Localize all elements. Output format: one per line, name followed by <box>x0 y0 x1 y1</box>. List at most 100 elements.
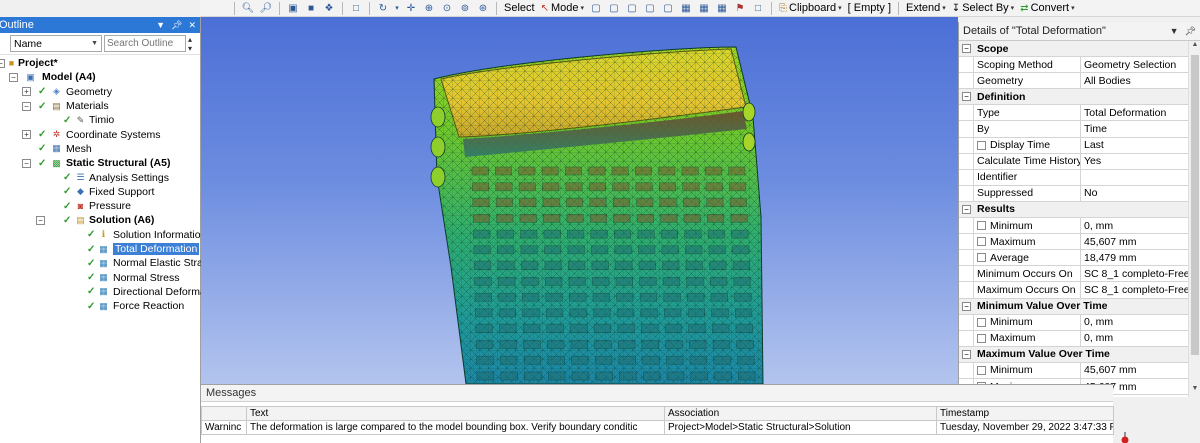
outline-tree-item[interactable]: ✓ ℹ Solution Informatior <box>0 228 204 242</box>
outline-tree-item[interactable]: − ▣ Model (A4) <box>0 70 200 84</box>
pan-cross-icon[interactable]: ✛ <box>404 2 418 15</box>
display-icon[interactable]: □ <box>349 2 363 15</box>
details-property-row[interactable]: Display Time Last <box>959 137 1200 154</box>
details-property-row[interactable]: Minimum 0, mm <box>959 218 1200 235</box>
messages-column-header[interactable]: Association <box>664 406 937 421</box>
details-section-header[interactable]: − Scope <box>959 41 1200 58</box>
property-value[interactable]: 0, mm <box>1081 331 1200 346</box>
property-value[interactable]: SC 8_1 completo-Free... <box>1081 282 1200 297</box>
outline-tree-item[interactable]: ✓ ✎ Timio <box>0 113 200 127</box>
rotate-icon[interactable]: ↻ <box>376 2 390 15</box>
details-property-row[interactable]: Maximum Occurs On SC 8_1 completo-Free... <box>959 282 1200 299</box>
details-section-header[interactable]: − Maximum Value Over Time <box>959 346 1200 363</box>
outline-tree-item[interactable]: ✓ ▦ Normal Stress <box>0 270 200 284</box>
select-vertex-icon[interactable]: ▢ <box>589 2 603 15</box>
collapse-icon[interactable]: − <box>36 215 45 225</box>
probe-icon[interactable]: ⚑ <box>733 2 747 15</box>
details-property-row[interactable]: Maximum 0, mm <box>959 330 1200 347</box>
collapse-icon[interactable]: − <box>962 204 971 214</box>
message-row[interactable]: Warninc The deformation is large compared… <box>201 420 1114 435</box>
details-property-row[interactable]: Geometry All Bodies <box>959 73 1200 90</box>
property-value[interactable]: 45,607 mm <box>1081 234 1200 249</box>
scroll-down-icon[interactable]: ▼ <box>1189 385 1200 397</box>
property-value[interactable]: 0, mm <box>1081 218 1200 233</box>
outline-tree-item[interactable]: ✓ ▦ Directional Deforma <box>0 285 206 299</box>
details-property-row[interactable]: Identifier <box>959 169 1200 186</box>
parameter-checkbox[interactable] <box>977 221 986 231</box>
collapse-icon[interactable]: − <box>962 44 971 54</box>
property-value[interactable]: Geometry Selection <box>1081 57 1200 72</box>
box-view-icon[interactable]: ■ <box>304 2 318 15</box>
search-outline-input[interactable] <box>104 35 186 52</box>
property-value[interactable]: 45,607 mm <box>1081 363 1200 378</box>
parameter-checkbox[interactable] <box>977 140 986 150</box>
label-icon[interactable]: □ <box>751 2 765 15</box>
scroll-up-icon[interactable]: ▲ <box>1189 41 1200 53</box>
details-property-row[interactable]: Calculate Time History Yes <box>959 153 1200 170</box>
details-property-row[interactable]: Minimum Occurs On SC 8_1 completo-Free... <box>959 266 1200 283</box>
property-value[interactable] <box>1081 170 1200 185</box>
details-property-row[interactable]: Minimum 45,607 mm <box>959 362 1200 379</box>
select-edge-icon[interactable]: ▢ <box>607 2 621 15</box>
details-property-row[interactable]: Type Total Deformation <box>959 105 1200 122</box>
details-property-row[interactable]: Average 18,479 mm <box>959 250 1200 267</box>
outline-tree-item[interactable]: ✓ ▦ Mesh <box>0 142 200 156</box>
zoom-box-icon[interactable]: ⊙ <box>440 2 454 15</box>
mode-button[interactable]: ↖ Mode ▾ <box>538 1 587 16</box>
property-value[interactable]: All Bodies <box>1081 73 1200 88</box>
select-face-icon[interactable]: ▢ <box>625 2 639 15</box>
dropdown-icon[interactable]: ▼ <box>1170 26 1179 37</box>
magnifier-icon[interactable]: ⊛ <box>476 2 490 15</box>
zoom-in-icon[interactable]: 🔍︎ <box>241 2 255 15</box>
property-value[interactable]: 18,479 mm <box>1081 250 1200 265</box>
pan-icon[interactable]: ❖ <box>322 2 336 15</box>
filter-select[interactable]: Name ▼ <box>10 35 102 52</box>
select-by-button[interactable]: ↧ Select By ▾ <box>949 1 1017 16</box>
outline-tree-item[interactable]: ✓ ◆ Fixed Support <box>0 185 200 199</box>
outline-tree-item[interactable]: + ✓ ◈ Geometry <box>0 85 200 99</box>
parameter-checkbox[interactable] <box>977 253 986 263</box>
messages-column-header[interactable]: Timestamp <box>936 406 1114 421</box>
expand-icon[interactable]: + <box>22 130 31 140</box>
property-value[interactable]: Total Deformation <box>1081 105 1200 120</box>
collapse-icon[interactable]: − <box>22 101 31 111</box>
details-property-row[interactable]: Maximum 45,607 mm <box>959 234 1200 251</box>
clipboard-button[interactable]: ⎘ Clipboard ▾ <box>776 1 845 16</box>
property-value[interactable]: Time <box>1081 121 1200 136</box>
details-property-row[interactable]: By Time <box>959 121 1200 138</box>
filter-options-icon[interactable]: ▴ ▾ <box>188 35 192 53</box>
property-value[interactable]: Last <box>1081 138 1200 153</box>
expand-icon[interactable]: + <box>22 87 31 97</box>
convert-button[interactable]: ⇄ Convert ▾ <box>1017 1 1077 16</box>
details-property-row[interactable]: Suppressed No <box>959 185 1200 202</box>
collapse-icon[interactable]: − <box>962 349 971 359</box>
outline-tree-item[interactable]: + ✓ ✲ Coordinate Systems <box>0 127 200 141</box>
outline-tree-item[interactable]: − ✓ ▤ Solution (A6) <box>0 213 200 227</box>
select-button[interactable]: Select <box>501 1 538 16</box>
select-node-icon[interactable]: ▢ <box>661 2 675 15</box>
details-section-header[interactable]: − Definition <box>959 89 1200 106</box>
parameter-checkbox[interactable] <box>977 365 986 375</box>
outline-tree-item[interactable]: ✓ ☰ Analysis Settings <box>0 170 200 184</box>
collapse-icon[interactable]: − <box>962 92 971 102</box>
parameter-checkbox[interactable] <box>977 317 986 327</box>
graphics-viewport[interactable] <box>201 17 958 384</box>
messages-column-header[interactable]: Text <box>246 406 665 421</box>
collapse-icon[interactable]: − <box>22 158 31 168</box>
details-property-row[interactable]: Minimum 0, mm <box>959 314 1200 331</box>
select-faces-icon[interactable]: ▦ <box>715 2 729 15</box>
property-value[interactable]: Yes <box>1081 154 1200 169</box>
parameter-checkbox[interactable] <box>977 237 986 247</box>
messages-column-header[interactable] <box>201 406 247 421</box>
scroll-thumb[interactable] <box>1191 55 1199 355</box>
outline-tree-item[interactable]: ✓ ▦ Total Deformation <box>0 242 200 256</box>
parameter-checkbox[interactable] <box>977 333 986 343</box>
details-section-header[interactable]: − Minimum Value Over Time <box>959 298 1200 315</box>
outline-tree-item[interactable]: − ✓ ▤ Materials <box>0 99 200 113</box>
outline-tree-item[interactable]: ✓ ▦ Force Reaction <box>0 299 200 313</box>
property-value[interactable]: No <box>1081 186 1200 201</box>
property-value[interactable]: SC 8_1 completo-Free... <box>1081 266 1200 281</box>
outline-tree-item[interactable]: − ■ Project* <box>0 56 200 70</box>
details-section-header[interactable]: − Results <box>959 201 1200 219</box>
select-body-icon[interactable]: ▢ <box>643 2 657 15</box>
